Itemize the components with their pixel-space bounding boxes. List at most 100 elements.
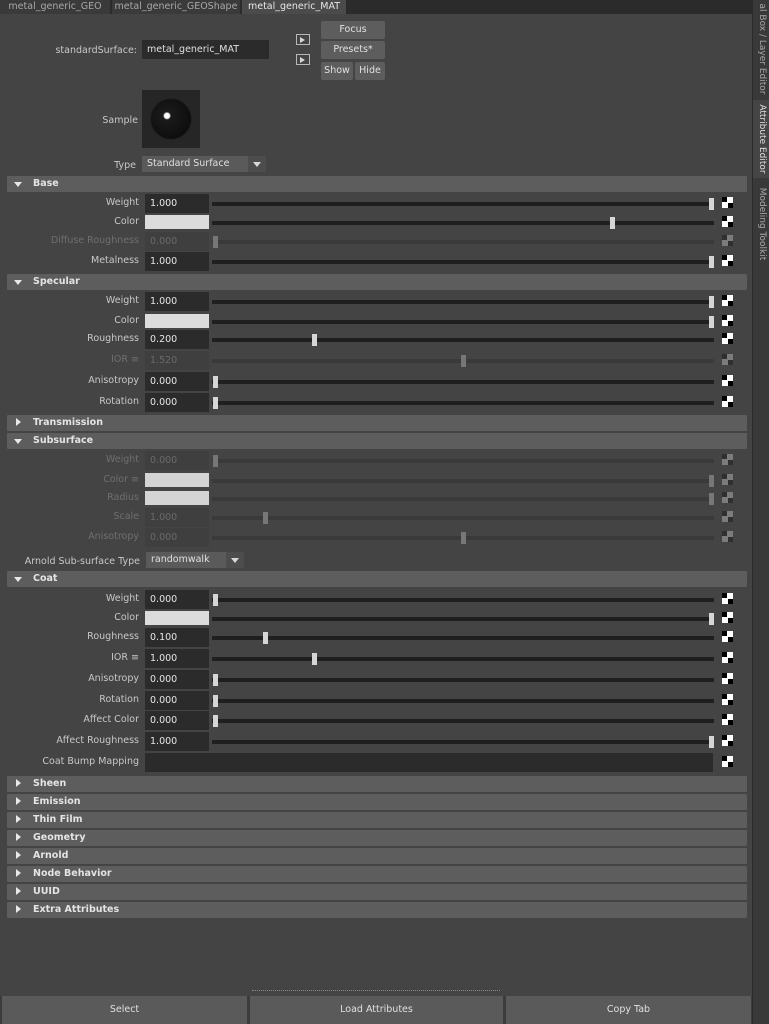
node-name-field[interactable]: metal_generic_MAT bbox=[142, 40, 269, 59]
map-button-icon[interactable] bbox=[722, 593, 733, 604]
map-button-icon[interactable] bbox=[722, 255, 733, 266]
color-swatch[interactable] bbox=[145, 611, 209, 625]
color-swatch[interactable] bbox=[145, 215, 209, 229]
section-extra-attributes[interactable]: Extra Attributes bbox=[7, 902, 747, 918]
slider-handle[interactable] bbox=[213, 397, 218, 409]
output-connection-icon[interactable] bbox=[296, 54, 310, 65]
value-field[interactable]: 1.000 bbox=[145, 649, 209, 668]
map-button-icon[interactable] bbox=[722, 612, 733, 623]
slider[interactable] bbox=[212, 316, 714, 328]
slider-handle[interactable] bbox=[213, 376, 218, 388]
map-button-icon[interactable] bbox=[722, 694, 733, 705]
section-uuid[interactable]: UUID bbox=[7, 884, 747, 900]
section-sheen[interactable]: Sheen bbox=[7, 776, 747, 792]
value-field[interactable]: 1.000 bbox=[145, 292, 209, 311]
map-button-icon[interactable] bbox=[722, 197, 733, 208]
slider[interactable] bbox=[212, 632, 714, 644]
map-button-icon[interactable] bbox=[722, 673, 733, 684]
value-field[interactable]: 0.000 bbox=[145, 711, 209, 730]
slider[interactable] bbox=[212, 613, 714, 625]
focus-button[interactable]: Focus bbox=[321, 21, 385, 39]
slider-handle[interactable] bbox=[312, 653, 318, 665]
slider[interactable] bbox=[212, 256, 714, 268]
slider-handle[interactable] bbox=[262, 632, 268, 644]
material-sample-swatch[interactable] bbox=[142, 90, 200, 148]
section-specular[interactable]: Specular bbox=[7, 274, 747, 290]
value-field[interactable]: 0.000 bbox=[145, 590, 209, 609]
section-subsurface[interactable]: Subsurface bbox=[7, 433, 747, 449]
slider[interactable] bbox=[212, 397, 714, 409]
slider-handle[interactable] bbox=[609, 217, 615, 229]
attr-label: Coat Bump Mapping bbox=[42, 756, 139, 767]
value-field[interactable]: 1.000 bbox=[145, 252, 209, 271]
slider-handle[interactable] bbox=[213, 695, 218, 707]
value-field[interactable]: 0.000 bbox=[145, 372, 209, 391]
map-button-icon[interactable] bbox=[722, 333, 733, 344]
slider-handle[interactable] bbox=[709, 198, 714, 210]
slider-handle[interactable] bbox=[312, 334, 318, 346]
slider[interactable] bbox=[212, 334, 714, 346]
map-button-icon[interactable] bbox=[722, 652, 733, 663]
resize-handle[interactable] bbox=[252, 990, 500, 992]
presets-button[interactable]: Presets* bbox=[321, 41, 385, 59]
slider[interactable] bbox=[212, 715, 714, 727]
slider[interactable] bbox=[212, 594, 714, 606]
map-button-icon[interactable] bbox=[722, 396, 733, 407]
coat-bump-field[interactable] bbox=[145, 753, 713, 772]
slider[interactable] bbox=[212, 736, 714, 748]
slider-handle[interactable] bbox=[213, 594, 218, 606]
slider-handle[interactable] bbox=[709, 613, 714, 625]
input-connection-icon[interactable] bbox=[296, 34, 310, 45]
tab-geo-shape[interactable]: metal_generic_GEOShape bbox=[112, 0, 240, 14]
value-field[interactable]: 0.200 bbox=[145, 330, 209, 349]
slider-handle[interactable] bbox=[213, 715, 218, 727]
value-field[interactable]: 1.000 bbox=[145, 732, 209, 751]
slider-handle[interactable] bbox=[709, 256, 714, 268]
slider[interactable] bbox=[212, 653, 714, 665]
map-button-icon[interactable] bbox=[722, 375, 733, 386]
map-button-icon[interactable] bbox=[722, 295, 733, 306]
map-button-icon[interactable] bbox=[722, 735, 733, 746]
load-attributes-button[interactable]: Load Attributes bbox=[250, 996, 504, 1024]
side-tab-modeling-toolkit[interactable]: Modeling Toolkit bbox=[753, 182, 769, 266]
slider[interactable] bbox=[212, 217, 714, 229]
map-button-icon[interactable] bbox=[722, 631, 733, 642]
section-node-behavior[interactable]: Node Behavior bbox=[7, 866, 747, 882]
value-field[interactable]: 1.000 bbox=[145, 194, 209, 213]
select-button[interactable]: Select bbox=[2, 996, 248, 1024]
section-emission[interactable]: Emission bbox=[7, 794, 747, 810]
side-tab-layer-editor[interactable]: al Box / Layer Editor bbox=[753, 0, 769, 98]
map-button-icon[interactable] bbox=[722, 714, 733, 725]
map-button-icon[interactable] bbox=[722, 756, 733, 767]
slider[interactable] bbox=[212, 198, 714, 210]
section-arnold[interactable]: Arnold bbox=[7, 848, 747, 864]
show-button[interactable]: Show bbox=[321, 62, 353, 80]
color-swatch[interactable] bbox=[145, 314, 209, 328]
section-transmission[interactable]: Transmission bbox=[7, 415, 747, 431]
section-coat[interactable]: Coat bbox=[7, 571, 747, 587]
slider-handle[interactable] bbox=[213, 674, 218, 686]
value-field[interactable]: 0.000 bbox=[145, 691, 209, 710]
section-thin-film[interactable]: Thin Film bbox=[7, 812, 747, 828]
slider[interactable] bbox=[212, 296, 714, 308]
value-field[interactable]: 0.100 bbox=[145, 628, 209, 647]
slider-handle[interactable] bbox=[709, 296, 714, 308]
hide-button[interactable]: Hide bbox=[355, 62, 385, 80]
tab-geo[interactable]: metal_generic_GEO bbox=[0, 0, 110, 14]
slider[interactable] bbox=[212, 674, 714, 686]
value-field[interactable]: 0.000 bbox=[145, 670, 209, 689]
slider[interactable] bbox=[212, 376, 714, 388]
map-button-icon[interactable] bbox=[722, 216, 733, 227]
slider-handle[interactable] bbox=[709, 316, 714, 328]
slider-handle[interactable] bbox=[709, 736, 714, 748]
copy-tab-button[interactable]: Copy Tab bbox=[506, 996, 752, 1024]
section-base[interactable]: Base bbox=[7, 176, 747, 192]
map-button-icon[interactable] bbox=[722, 315, 733, 326]
section-geometry[interactable]: Geometry bbox=[7, 830, 747, 846]
type-dropdown[interactable]: Standard Surface bbox=[142, 156, 266, 172]
sss-type-dropdown[interactable]: randomwalk bbox=[146, 552, 244, 568]
slider[interactable] bbox=[212, 695, 714, 707]
tab-mat[interactable]: metal_generic_MAT bbox=[242, 0, 346, 14]
value-field[interactable]: 0.000 bbox=[145, 393, 209, 412]
side-tab-attribute-editor[interactable]: Attribute Editor bbox=[753, 100, 769, 178]
